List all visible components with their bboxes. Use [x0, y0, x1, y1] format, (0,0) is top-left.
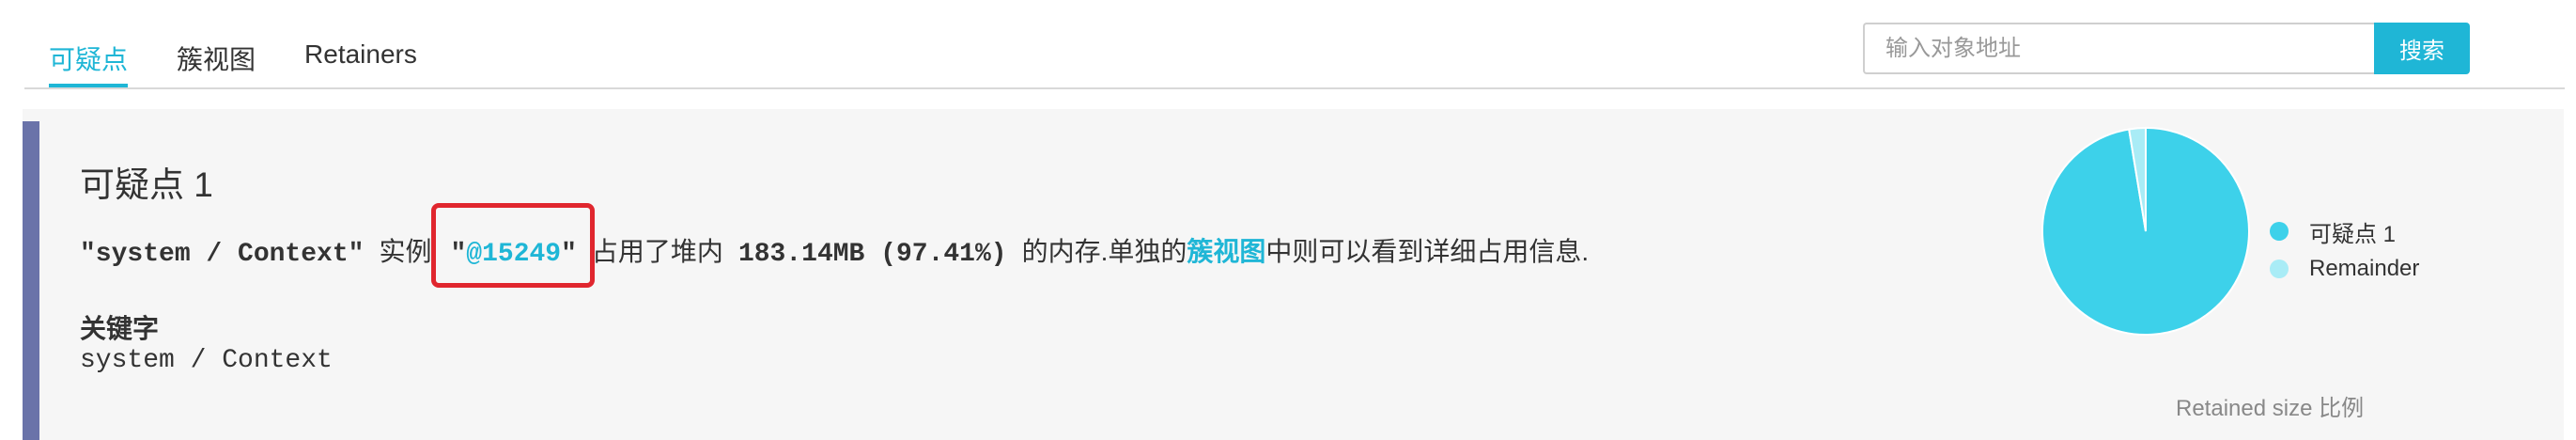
detail-text: 中则可以看到详细占用信息.	[1265, 237, 1590, 266]
keywords-label: 关键字	[80, 314, 160, 343]
tab-retainers[interactable]: Retainers	[280, 21, 442, 88]
suspect-description: "system / Context" 实例 " @15249 " 占用了堆内 1…	[80, 231, 1589, 269]
cluster-view-link[interactable]: 簇视图	[1187, 231, 1265, 269]
legend-label: Remainder	[2309, 256, 2420, 281]
quote-open: "	[450, 240, 467, 269]
panel-accent-bar	[23, 121, 39, 440]
legend-label: 可疑点 1	[2309, 221, 2397, 247]
tab-divider	[24, 87, 2565, 89]
suspect-title: 可疑点 1	[80, 165, 213, 204]
quote-close: "	[561, 240, 577, 269]
tab-suspects[interactable]: 可疑点	[24, 21, 152, 88]
occupies-text: 占用了堆内	[591, 237, 723, 266]
legend-item-0: 可疑点 1	[2270, 212, 2419, 250]
tab-cluster-view[interactable]: 簇视图	[152, 21, 280, 88]
object-address-link[interactable]: @15249	[466, 240, 561, 269]
legend-item-1: Remainder	[2270, 250, 2419, 288]
address-search-input[interactable]	[1863, 23, 2374, 74]
keywords-value: system / Context	[80, 346, 333, 375]
address-search: 搜索	[1863, 23, 2470, 74]
tab-bar: 可疑点 簇视图 Retainers	[24, 21, 442, 88]
pie-legend: 可疑点 1 Remainder	[2270, 212, 2419, 288]
object-name: "system / Context"	[80, 240, 365, 269]
instance-text: 实例	[379, 237, 432, 266]
memory-text: 的内存.单独的	[1021, 237, 1187, 266]
retained-size-pie-chart	[2041, 126, 2250, 336]
legend-swatch	[2270, 222, 2289, 241]
retained-size: 183.14MB (97.41%)	[737, 240, 1007, 269]
search-button[interactable]: 搜索	[2374, 23, 2470, 74]
pie-caption: Retained size 比例	[2176, 396, 2365, 421]
legend-swatch	[2270, 259, 2289, 278]
